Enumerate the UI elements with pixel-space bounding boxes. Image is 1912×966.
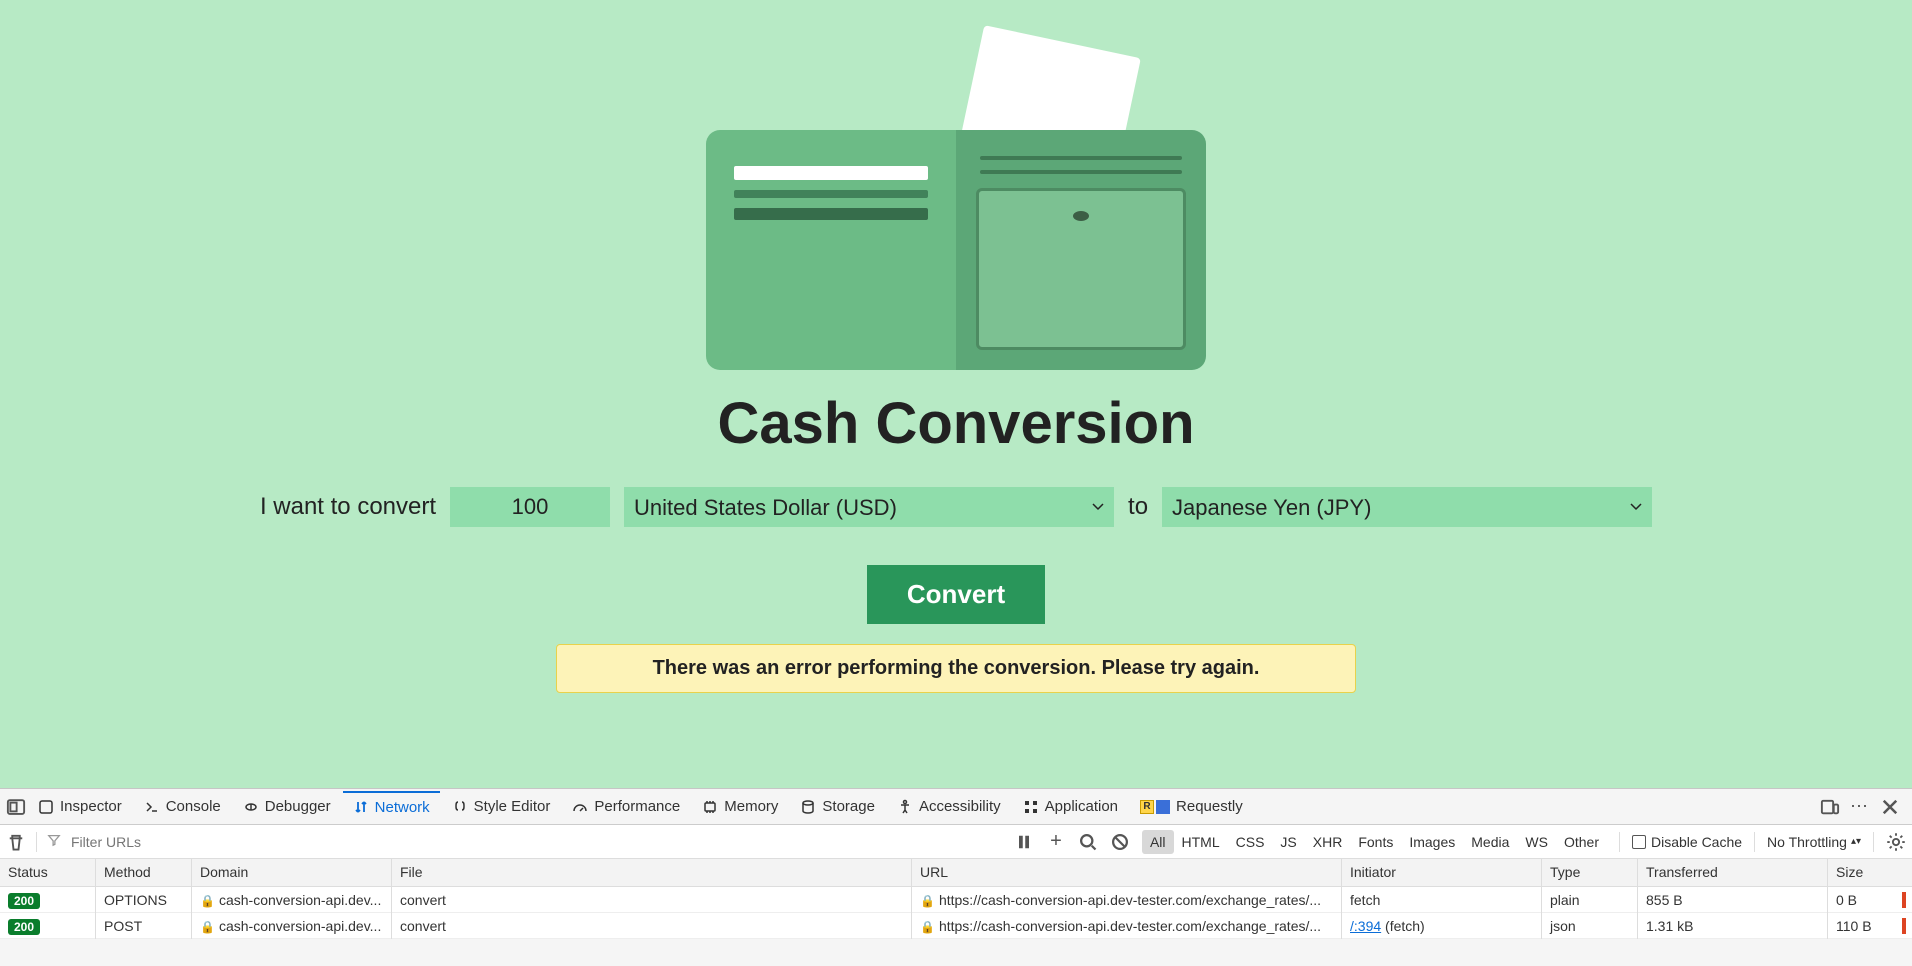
throttling-select[interactable]: No Throttling ▴▾ [1767,834,1861,850]
lock-icon: 🔒 [920,920,935,934]
tab-console[interactable]: Console [134,792,231,821]
initiator-link[interactable]: /:394 [1350,918,1381,934]
block-icon[interactable] [1110,832,1130,852]
status-badge: 200 [8,919,40,935]
search-icon[interactable] [1078,832,1098,852]
filter-all[interactable]: All [1142,830,1174,854]
col-status[interactable]: Status [0,859,96,886]
error-alert: There was an error performing the conver… [556,644,1356,693]
tab-accessibility[interactable]: Accessibility [887,792,1011,821]
tab-network[interactable]: Network [343,791,440,822]
tab-debugger[interactable]: Debugger [233,792,341,821]
tab-requestly[interactable]: R Requestly [1130,792,1253,821]
tab-memory[interactable]: Memory [692,792,788,821]
filter-urls-input[interactable] [71,834,571,850]
responsive-mode-icon[interactable] [1820,797,1840,817]
col-transferred[interactable]: Transferred [1638,859,1828,886]
col-type[interactable]: Type [1542,859,1638,886]
col-url[interactable]: URL [912,859,1342,886]
devtools-tabbar: Inspector Console Debugger Network Style… [0,789,1912,825]
funnel-icon [47,833,61,851]
app-content: Cash Conversion I want to convert United… [0,0,1912,788]
tab-storage[interactable]: Storage [790,792,885,821]
filter-html[interactable]: HTML [1174,830,1228,854]
network-columns-header: Status Method Domain File URL Initiator … [0,859,1912,887]
col-method[interactable]: Method [96,859,192,886]
tab-inspector[interactable]: Inspector [28,792,132,821]
filter-js[interactable]: JS [1272,830,1304,854]
waterfall-bar [1902,918,1906,934]
settings-gear-icon[interactable] [1886,832,1906,852]
filter-images[interactable]: Images [1401,830,1463,854]
type-filters: All HTML CSS JS XHR Fonts Images Media W… [1142,830,1607,854]
pause-icon[interactable] [1014,832,1034,852]
lock-icon: 🔒 [920,894,935,908]
col-waterfall[interactable] [1892,859,1912,886]
col-file[interactable]: File [392,859,912,886]
to-label: to [1128,493,1148,521]
conversion-form: I want to convert United States Dollar (… [260,487,1652,527]
lock-icon: 🔒 [200,920,215,934]
filter-css[interactable]: CSS [1228,830,1273,854]
clear-icon[interactable] [6,832,26,852]
filter-media[interactable]: Media [1463,830,1517,854]
waterfall-bar [1902,892,1906,908]
network-toolbar: + All HTML CSS JS XHR Fonts Images Media… [0,825,1912,859]
col-domain[interactable]: Domain [192,859,392,886]
status-badge: 200 [8,893,40,909]
network-row[interactable]: 200 POST 🔒cash-conversion-api.dev... con… [0,913,1912,939]
lock-icon: 🔒 [200,894,215,908]
disable-cache-checkbox[interactable]: Disable Cache [1632,834,1742,850]
add-icon[interactable]: + [1046,832,1066,852]
from-currency-select[interactable]: United States Dollar (USD) [624,487,1114,527]
to-currency-select[interactable]: Japanese Yen (JPY) [1162,487,1652,527]
filter-other[interactable]: Other [1556,830,1607,854]
col-size[interactable]: Size [1828,859,1892,886]
wallet-illustration [706,40,1206,340]
col-initiator[interactable]: Initiator [1342,859,1542,886]
tab-performance[interactable]: Performance [562,792,690,821]
filter-fonts[interactable]: Fonts [1350,830,1401,854]
filter-xhr[interactable]: XHR [1305,830,1351,854]
amount-input[interactable] [450,487,610,527]
convert-label: I want to convert [260,493,436,521]
more-icon[interactable]: ⋯ [1850,797,1870,817]
page-title: Cash Conversion [718,390,1195,457]
network-row[interactable]: 200 OPTIONS 🔒cash-conversion-api.dev... … [0,887,1912,913]
devtools-panel: Inspector Console Debugger Network Style… [0,788,1912,966]
dock-icon[interactable] [6,797,26,817]
close-devtools-icon[interactable] [1880,797,1900,817]
convert-button[interactable]: Convert [867,565,1045,624]
filter-ws[interactable]: WS [1517,830,1556,854]
tab-style-editor[interactable]: Style Editor [442,792,561,821]
tab-application[interactable]: Application [1013,792,1128,821]
